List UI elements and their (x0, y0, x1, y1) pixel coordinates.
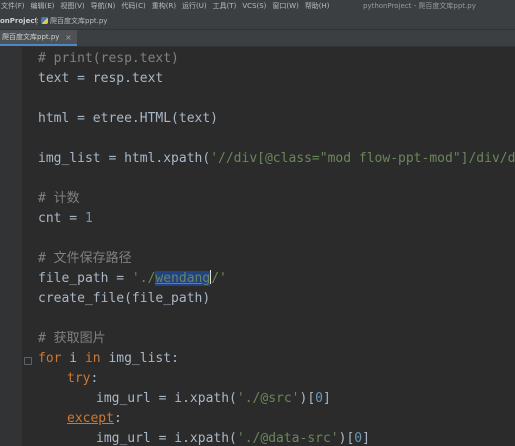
code-text: text = resp.text (38, 71, 164, 86)
editor-tab-active[interactable]: 爬百度文库ppt.py × (0, 30, 77, 46)
window-title: pythonProject - 爬百度文库ppt.py (363, 2, 476, 10)
code-line-12: try: (67, 369, 98, 389)
code-text: )[ (299, 391, 316, 406)
comment: # 获取图片 (38, 331, 106, 346)
code-line-6: cnt = 1 (38, 209, 93, 229)
menu-edit[interactable]: 编辑(E) (28, 0, 58, 13)
code-editor[interactable]: # print(resp.text) text = resp.text html… (0, 47, 515, 446)
breadcrumb-separator (36, 17, 37, 25)
string-literal: './@data-src' (236, 431, 339, 446)
code-line-10: # 获取图片 (38, 329, 106, 349)
code-text: img_list: (100, 351, 179, 366)
comment: # 文件保存路径 (38, 251, 132, 266)
code-text: img_url = i.xpath( (96, 431, 237, 446)
code-line-4: img_list = html.xpath('//div[@class="mod… (38, 149, 515, 169)
menu-run[interactable]: 运行(U) (179, 0, 210, 13)
menu-help[interactable]: 帮助(H) (302, 0, 333, 13)
menu-vcs[interactable]: VCS(S) (239, 0, 269, 13)
menu-view[interactable]: 视图(V) (57, 0, 87, 13)
tab-label: 爬百度文库ppt.py (2, 33, 60, 41)
code-line-1: # print(resp.text) (38, 49, 179, 69)
menu-navigate[interactable]: 导航(N) (88, 0, 119, 13)
comment: # print(resp.text) (38, 51, 179, 66)
code-text: i (61, 351, 85, 366)
breadcrumb-project[interactable]: onProject (0, 13, 38, 29)
comment: # 计数 (38, 191, 80, 206)
menu-tools[interactable]: 工具(T) (210, 0, 240, 13)
code-text: img_url = i.xpath( (96, 391, 237, 406)
code-line-3: html = etree.HTML(text) (38, 109, 218, 129)
python-file-icon (41, 17, 48, 24)
code-line-8: file_path = './wendang/' (38, 269, 227, 289)
number-literal: 1 (84, 211, 93, 226)
keyword: except (67, 411, 114, 426)
code-text: img_list = html.xpath( (38, 151, 211, 166)
code-text: : (90, 371, 99, 386)
breadcrumb-file-label: 爬百度文库ppt.py (50, 17, 108, 25)
fold-marker-icon[interactable] (24, 357, 32, 365)
code-line-14: except: (67, 409, 122, 429)
code-line-13: img_url = i.xpath('./@src')[0] (96, 389, 331, 409)
code-text: ] (323, 391, 331, 406)
code-text: file_path = (38, 271, 132, 286)
selected-text[interactable]: wendang (155, 271, 211, 286)
keyword: for (38, 351, 62, 366)
code-line-9: create_file(file_path) (38, 289, 210, 309)
string-literal: './@src' (236, 391, 300, 406)
navigation-bar: onProject 爬百度文库ppt.py (0, 13, 515, 30)
menu-bar: 文件(F) 编辑(E) 视图(V) 导航(N) 代码(C) 重构(R) 运行(U) 工具(T)… (0, 0, 515, 13)
menu-file[interactable]: 文件(F) (0, 0, 28, 13)
code-line-7: # 文件保存路径 (38, 249, 132, 269)
number-literal: 0 (315, 391, 323, 406)
code-text: cnt = (38, 211, 85, 226)
number-literal: 0 (354, 431, 363, 446)
code-text: )[ (338, 431, 355, 446)
string-literal: './ (131, 271, 156, 286)
close-icon[interactable]: × (65, 30, 72, 45)
string-literal: '//div[@class="mod flow-ppt-mod"]/div/di… (210, 151, 515, 166)
menu-window[interactable]: 窗口(W) (269, 0, 301, 13)
menu-refactor[interactable]: 重构(R) (149, 0, 179, 13)
code-text: ] (362, 431, 370, 446)
code-text: html = etree.HTML(text) (38, 111, 219, 126)
menu-code[interactable]: 代码(C) (118, 0, 148, 13)
editor-tab-bar: 爬百度文库ppt.py × (0, 30, 515, 47)
keyword: try (67, 371, 91, 386)
code-line-11: for i in img_list: (38, 349, 179, 369)
keyword: in (84, 351, 101, 366)
string-literal: /' (211, 271, 227, 286)
code-line-5: # 计数 (38, 189, 80, 209)
code-line-15: img_url = i.xpath('./@data-src')[0] (96, 429, 370, 446)
code-text: create_file(file_path) (38, 291, 211, 306)
code-line-2: text = resp.text (38, 69, 163, 89)
code-text: : (113, 411, 122, 426)
breadcrumb-file[interactable]: 爬百度文库ppt.py (41, 13, 107, 29)
